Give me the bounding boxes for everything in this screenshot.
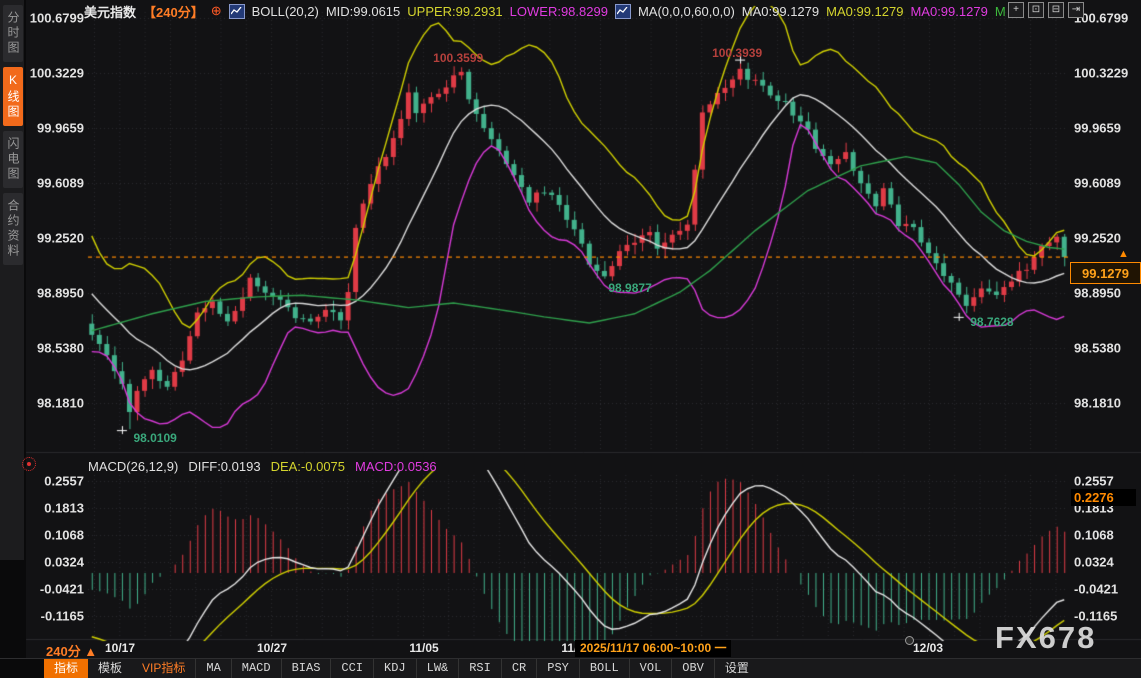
price-axis-label-right: 99.6089 <box>1074 176 1121 191</box>
x-axis-date-label: 11/05 <box>409 641 438 655</box>
price-axis-label-right: 99.2520 <box>1074 231 1121 246</box>
low-price-label: 98.9877 <box>608 281 651 295</box>
toolbar-item[interactable]: CR <box>502 659 537 678</box>
macd-axis-label-right: -0.0421 <box>1074 582 1118 597</box>
x-axis-date-label: 10/27 <box>257 641 287 655</box>
price-axis-label-right: 98.1810 <box>1074 396 1121 411</box>
toolbar-item[interactable]: VOL <box>630 659 673 678</box>
price-axis-label-right: 98.5380 <box>1074 341 1121 356</box>
symbol-title: 美元指数 <box>84 2 136 21</box>
price-axis-label-left: 100.3229 <box>28 66 84 81</box>
boll-mid-value: MID:99.0615 <box>326 4 400 19</box>
left-sidebar: 分时图 K线图 闪电图 合约资料 <box>0 0 26 678</box>
crosshair-time-label: 2025/11/17 06:00~10:00 一 <box>575 640 731 657</box>
macd-axis-label-left: 0.1813 <box>28 501 84 516</box>
live-update-icon <box>22 457 36 471</box>
toolbar-item[interactable]: OBV <box>672 659 715 678</box>
macd-axis-label-right: 0.2557 <box>1074 474 1114 489</box>
collapse-indicator-icon[interactable]: ⊕ <box>211 3 222 19</box>
fx678-watermark: FX678 <box>995 620 1096 656</box>
price-axis-label-right: 100.3229 <box>1074 66 1128 81</box>
x-axis-date-label: 12/03 <box>913 641 943 655</box>
price-axis-label-left: 98.1810 <box>28 396 84 411</box>
macd-axis-label-left: -0.0421 <box>28 582 84 597</box>
macd-dea-value: DEA:-0.0075 <box>271 459 345 474</box>
toolbar-item[interactable]: PSY <box>537 659 580 678</box>
sidebar-tab[interactable]: 闪电图 <box>3 131 23 188</box>
toolbar-item[interactable]: VIP指标 <box>132 659 196 678</box>
macd-axis-label-left: 0.1068 <box>28 528 84 543</box>
toolbar-item[interactable]: LW& <box>417 659 460 678</box>
period-label: 【240分】 <box>143 2 204 21</box>
pan-icon[interactable]: + <box>1008 2 1024 18</box>
sidebar-tab[interactable]: K线图 <box>3 67 23 126</box>
price-axis-label-left: 100.6799 <box>28 11 84 26</box>
boll-lower-value: LOWER:98.8299 <box>510 4 608 19</box>
macd-axis-label-left: 0.0324 <box>28 555 84 570</box>
toolbar-item[interactable]: KDJ <box>374 659 417 678</box>
ma-green-value: M <box>995 4 1006 19</box>
toolbar-item[interactable]: MA <box>196 659 231 678</box>
toolbar-item[interactable]: RSI <box>459 659 502 678</box>
boll-label: BOLL(20,2) <box>252 4 319 19</box>
shift-right-icon[interactable]: ⇥ <box>1068 2 1084 18</box>
scrollbar-thumb[interactable] <box>905 636 914 645</box>
price-axis-label-left: 98.5380 <box>28 341 84 356</box>
macd-macd-value: MACD:0.0536 <box>355 459 437 474</box>
price-axis-label-left: 99.2520 <box>28 231 84 246</box>
toolbar-item[interactable]: CCI <box>331 659 374 678</box>
macd-axis-label-left: -0.1165 <box>28 609 84 624</box>
toolbar-item[interactable]: MACD <box>232 659 282 678</box>
macd-panel-header: MACD(26,12,9) DIFF:0.0193 DEA:-0.0075 MA… <box>88 459 437 474</box>
macd-axis-label-right: 0.1068 <box>1074 528 1114 543</box>
high-price-label: 100.3599 <box>433 51 483 65</box>
indicator-chip-icon <box>615 4 631 19</box>
macd-axis-label-right: 0.0324 <box>1074 555 1114 570</box>
chart-canvas[interactable] <box>0 0 1141 678</box>
last-price-badge: 99.1279 <box>1070 262 1141 284</box>
toolbar-item[interactable]: BIAS <box>282 659 332 678</box>
ma0-yellow-value: MA0:99.1279 <box>826 4 903 19</box>
price-axis-label-left: 99.9659 <box>28 121 84 136</box>
x-axis-row: 240分 ▲ 2025/11/17 06:00~10:00 一 10/1710/… <box>0 640 1141 658</box>
x-axis-date-label: 10/17 <box>105 641 135 655</box>
price-axis-label-right: 99.9659 <box>1074 121 1121 136</box>
indicator-chip-icon <box>229 4 245 19</box>
ma-label: MA(0,0,0,60,0,0) <box>638 4 735 19</box>
high-price-label: 100.3939 <box>712 46 762 60</box>
macd-diff-value: DIFF:0.0193 <box>188 459 260 474</box>
trading-app-window: 分时图 K线图 闪电图 合约资料 美元指数 【240分】 ⊕ BOLL(20,2… <box>0 0 1141 678</box>
sidebar-tab[interactable]: 合约资料 <box>3 193 23 265</box>
price-axis-label-left: 98.8950 <box>28 286 84 301</box>
low-price-label: 98.7628 <box>970 315 1013 329</box>
bottom-toolbar: 指标 模板 VIP指标 MA MACD BIAS CCI KDJ LW& RSI… <box>0 658 1141 678</box>
price-up-arrow-icon: ▲ <box>1118 248 1129 260</box>
toolbar-item[interactable]: BOLL <box>580 659 630 678</box>
toolbar-item[interactable]: 设置 <box>715 659 759 678</box>
macd-axis-label-left: 0.2557 <box>28 474 84 489</box>
low-price-label: 98.0109 <box>133 431 176 445</box>
price-axis-label-left: 99.6089 <box>28 176 84 191</box>
ma0-magenta-value: MA0:99.1279 <box>910 4 987 19</box>
toolbar-spacer <box>0 659 44 678</box>
ma0-white-value: MA0:99.1279 <box>742 4 819 19</box>
price-axis-label-right: 98.8950 <box>1074 286 1121 301</box>
chart-header: 美元指数 【240分】 ⊕ BOLL(20,2) MID:99.0615 UPP… <box>84 2 1006 20</box>
boll-upper-value: UPPER:99.2931 <box>407 4 502 19</box>
zoom-x-axis-icon[interactable]: ⊟ <box>1048 2 1064 18</box>
toolbar-item[interactable]: 模板 <box>88 659 132 678</box>
macd-title: MACD(26,12,9) <box>88 459 178 474</box>
macd-value-badge: 0.2276 <box>1071 489 1136 506</box>
sidebar-tab[interactable]: 分时图 <box>3 5 23 62</box>
toolbar-item[interactable]: 指标 <box>44 659 88 678</box>
zoom-y-axis-icon[interactable]: ⊡ <box>1028 2 1044 18</box>
